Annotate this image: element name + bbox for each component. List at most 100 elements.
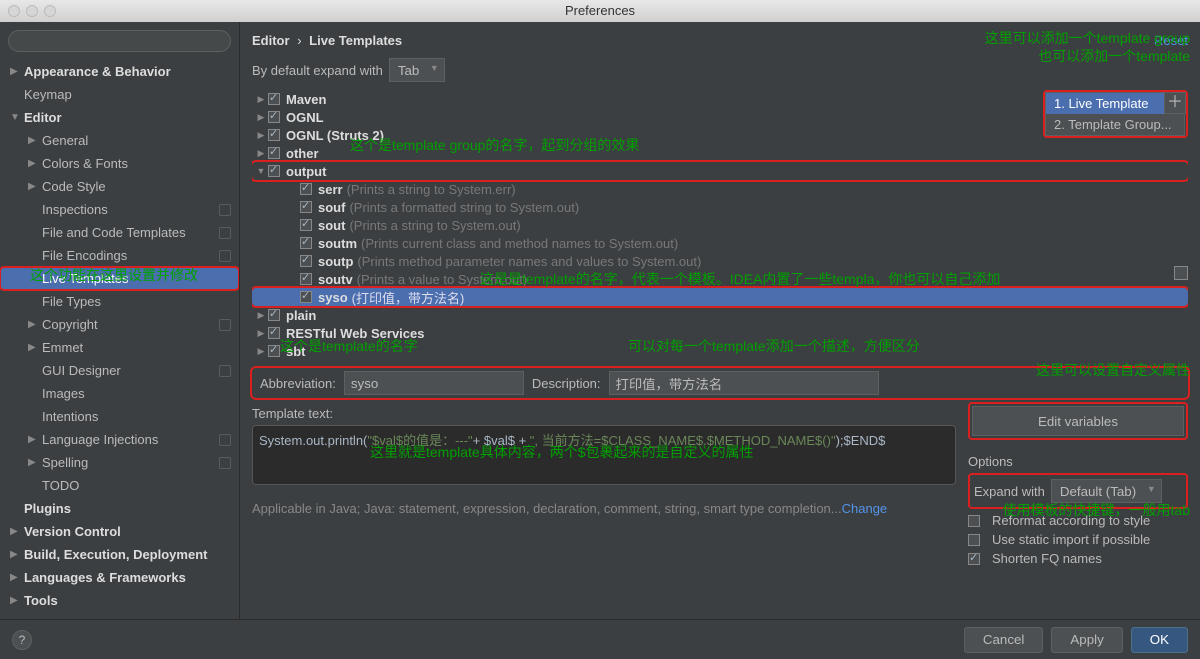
template-row-output[interactable]: ▼output <box>252 162 1188 180</box>
help-button[interactable]: ? <box>12 630 32 650</box>
arrow-icon: ▶ <box>256 346 266 357</box>
search-input[interactable] <box>8 30 231 52</box>
template-checkbox[interactable] <box>300 219 312 231</box>
template-row-syso[interactable]: syso (打印值，带方法名) <box>252 288 1188 306</box>
project-badge-icon <box>219 457 231 469</box>
template-row-soutv[interactable]: soutv (Prints a value to System.out) <box>252 270 1188 288</box>
template-hint: (Prints a value to System.out) <box>357 272 528 287</box>
template-name: soutm <box>318 236 357 251</box>
template-row-sbt[interactable]: ▶sbt <box>252 342 1188 360</box>
sidebar-item-file-encodings[interactable]: File Encodings <box>0 244 239 267</box>
template-hint: (Prints a string to System.out) <box>349 218 520 233</box>
sidebar-item-copyright[interactable]: Copyright <box>0 313 239 336</box>
sidebar-item-plugins[interactable]: Plugins <box>0 497 239 520</box>
template-row-other[interactable]: ▶other <box>252 144 1188 162</box>
sidebar-item-label: Editor <box>24 110 62 125</box>
traffic-lights <box>8 5 56 17</box>
template-checkbox[interactable] <box>268 309 280 321</box>
sidebar-item-intentions[interactable]: Intentions <box>0 405 239 428</box>
sidebar-item-label: Code Style <box>42 179 106 194</box>
sidebar-item-file-and-code-templates[interactable]: File and Code Templates <box>0 221 239 244</box>
code-seg: "$val$的值是：---" <box>367 433 472 448</box>
sidebar-item-file-types[interactable]: File Types <box>0 290 239 313</box>
template-hint: (Prints a formatted string to System.out… <box>349 200 579 215</box>
desc-label: Description: <box>524 376 609 391</box>
template-checkbox[interactable] <box>300 255 312 267</box>
template-checkbox[interactable] <box>268 345 280 357</box>
close-icon[interactable] <box>8 5 20 17</box>
sidebar-item-colors-fonts[interactable]: Colors & Fonts <box>0 152 239 175</box>
abbreviation-input[interactable] <box>344 371 524 395</box>
arrow-icon <box>10 66 20 77</box>
arrow-icon: ▶ <box>256 310 266 321</box>
sidebar-item-todo[interactable]: TODO <box>0 474 239 497</box>
edit-variables-button[interactable]: Edit variables <box>972 406 1184 436</box>
template-checkbox[interactable] <box>300 273 312 285</box>
template-checkbox[interactable] <box>268 165 280 177</box>
sidebar-item-images[interactable]: Images <box>0 382 239 405</box>
template-hint: (打印值，带方法名) <box>352 288 465 307</box>
project-badge-icon <box>219 434 231 446</box>
window-title: Preferences <box>565 3 635 18</box>
template-name: syso <box>318 290 348 305</box>
sidebar-item-languages-frameworks[interactable]: Languages & Frameworks <box>0 566 239 589</box>
reformat-checkbox[interactable] <box>968 515 980 527</box>
expand-default-select[interactable]: Tab <box>389 58 445 82</box>
zoom-icon[interactable] <box>44 5 56 17</box>
project-badge-icon <box>219 365 231 377</box>
sidebar-item-inspections[interactable]: Inspections <box>0 198 239 221</box>
template-row-plain[interactable]: ▶plain <box>252 306 1188 324</box>
change-link[interactable]: Change <box>842 501 888 516</box>
content-pane: Editor › Live Templates Reset By default… <box>240 22 1200 619</box>
apply-button[interactable]: Apply <box>1051 627 1122 653</box>
template-checkbox[interactable] <box>268 129 280 141</box>
template-text-editor[interactable]: System.out.println("$val$的值是：---"+ $val$… <box>252 425 956 485</box>
arrow-icon: ▶ <box>256 94 266 105</box>
menu-template-group[interactable]: 2. Template Group... <box>1046 114 1184 135</box>
sidebar-item-editor[interactable]: Editor <box>0 106 239 129</box>
sidebar-item-live-templates[interactable]: Live Templates <box>0 267 239 290</box>
sidebar-item-keymap[interactable]: Keymap <box>0 83 239 106</box>
template-name: sout <box>318 218 345 233</box>
template-checkbox[interactable] <box>268 93 280 105</box>
template-row-soutp[interactable]: soutp(Prints method parameter names and … <box>252 252 1188 270</box>
sidebar-item-label: Inspections <box>42 202 108 217</box>
template-row-souf[interactable]: souf(Prints a formatted string to System… <box>252 198 1188 216</box>
sidebar-item-tools[interactable]: Tools <box>0 589 239 612</box>
add-template-button[interactable]: ＋ <box>1164 92 1186 114</box>
template-row-soutm[interactable]: soutm(Prints current class and method na… <box>252 234 1188 252</box>
mini-copy-icon[interactable] <box>1174 266 1188 280</box>
sidebar-item-language-injections[interactable]: Language Injections <box>0 428 239 451</box>
ok-button[interactable]: OK <box>1131 627 1188 653</box>
cancel-button[interactable]: Cancel <box>964 627 1044 653</box>
template-name: soutv <box>318 272 353 287</box>
sidebar-item-general[interactable]: General <box>0 129 239 152</box>
sidebar-item-code-style[interactable]: Code Style <box>0 175 239 198</box>
template-row-sout[interactable]: sout (Prints a string to System.out) <box>252 216 1188 234</box>
sidebar-item-build-execution-deployment[interactable]: Build, Execution, Deployment <box>0 543 239 566</box>
template-checkbox[interactable] <box>300 237 312 249</box>
template-row-restful-web-services[interactable]: ▶RESTful Web Services <box>252 324 1188 342</box>
template-checkbox[interactable] <box>300 183 312 195</box>
template-row-serr[interactable]: serr(Prints a string to System.err) <box>252 180 1188 198</box>
template-checkbox[interactable] <box>300 291 312 303</box>
sidebar-item-appearance-behavior[interactable]: Appearance & Behavior <box>0 60 239 83</box>
sidebar-item-label: General <box>42 133 88 148</box>
expand-with-select[interactable]: Default (Tab) <box>1051 479 1162 503</box>
shorten-fq-checkbox[interactable] <box>968 553 980 565</box>
sidebar-item-gui-designer[interactable]: GUI Designer <box>0 359 239 382</box>
static-import-checkbox[interactable] <box>968 534 980 546</box>
description-input[interactable] <box>609 371 879 395</box>
arrow-icon <box>10 549 20 560</box>
template-checkbox[interactable] <box>268 327 280 339</box>
sidebar-item-spelling[interactable]: Spelling <box>0 451 239 474</box>
template-checkbox[interactable] <box>268 147 280 159</box>
template-checkbox[interactable] <box>300 201 312 213</box>
sidebar-item-emmet[interactable]: Emmet <box>0 336 239 359</box>
sidebar-item-version-control[interactable]: Version Control <box>0 520 239 543</box>
minimize-icon[interactable] <box>26 5 38 17</box>
reset-link[interactable]: Reset <box>1154 33 1188 48</box>
sidebar-item-label: Version Control <box>24 524 121 539</box>
arrow-icon: ▼ <box>256 166 266 176</box>
template-checkbox[interactable] <box>268 111 280 123</box>
